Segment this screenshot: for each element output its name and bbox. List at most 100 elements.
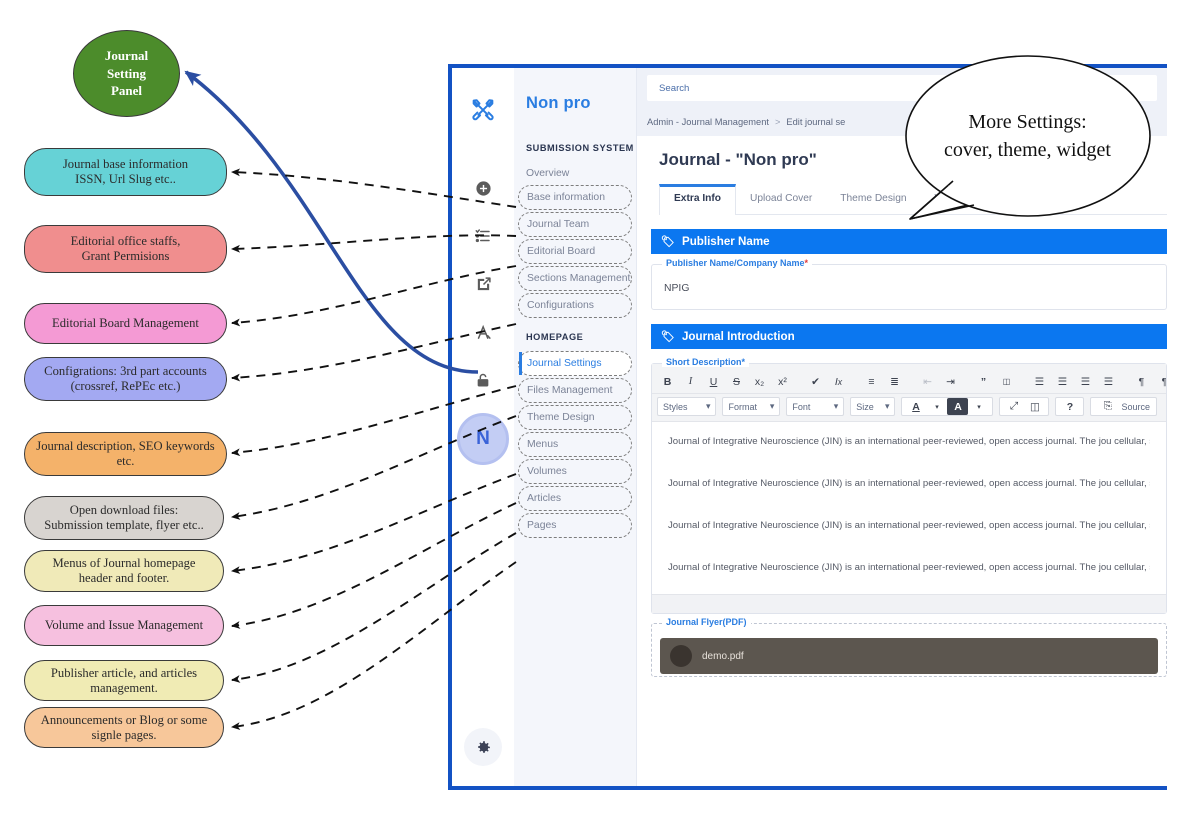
align-center-icon[interactable]: ☰	[1052, 373, 1073, 390]
connector-avatar-to-hub	[186, 72, 478, 372]
sidebar-item-configurations[interactable]: Configurations	[518, 293, 632, 318]
remove-format-icon[interactable]: Ix	[828, 373, 849, 390]
publisher-name-field[interactable]: Publisher Name/Company Name* NPIG	[651, 264, 1167, 310]
font-dropdown-label: Font	[792, 402, 810, 412]
styles-dropdown-label: Styles	[663, 402, 688, 412]
chevron-down-icon[interactable]: ▾	[926, 398, 947, 415]
callout-articles: Publisher article, and articles manageme…	[24, 660, 224, 701]
required-marker: *	[742, 357, 746, 367]
callout-label: Publisher article, and articles manageme…	[35, 666, 213, 696]
flyer-file-row[interactable]: demo.pdf	[660, 638, 1158, 674]
icon-rail: N	[452, 68, 514, 786]
help-group: ?	[1055, 397, 1084, 416]
text-direction-ltr-icon[interactable]: ¶	[1131, 373, 1152, 390]
editor-content-area[interactable]: Journal of Integrative Neuroscience (JIN…	[652, 422, 1166, 594]
superscript-button[interactable]: x²	[772, 373, 793, 390]
callout-label: Announcements or Blog or some signle pag…	[35, 713, 213, 743]
callout-configurations: Configrations: 3rd part accounts (crossr…	[24, 357, 227, 401]
format-dropdown-label: Format	[728, 402, 757, 412]
flyer-file-name: demo.pdf	[702, 651, 744, 662]
blockquote-icon[interactable]: ”	[973, 373, 994, 390]
user-avatar[interactable]: N	[457, 413, 509, 465]
tag-icon: 🏷	[661, 330, 675, 343]
sidebar-item-overview[interactable]: Overview	[514, 162, 636, 185]
source-button[interactable]: ⎘ Source	[1090, 397, 1157, 416]
tab-upload-cover[interactable]: Upload Cover	[736, 184, 826, 214]
side-nav: Non pro SUBMISSION SYSTEM Overview Base …	[514, 68, 637, 786]
sidebar-item-editorial-board[interactable]: Editorial Board	[518, 239, 632, 264]
copy-formatting-icon[interactable]: ✔	[805, 373, 826, 390]
sidebar-item-files-management[interactable]: Files Management	[518, 378, 632, 403]
section-header-journal-introduction: 🏷 Journal Introduction	[651, 324, 1167, 349]
plus-circle-icon[interactable]	[470, 175, 496, 201]
size-dropdown[interactable]: Size ▾	[850, 397, 895, 416]
lock-icon[interactable]	[470, 367, 496, 393]
create-div-icon[interactable]: ◫	[996, 373, 1017, 390]
editor-paragraph: Journal of Integrative Neuroscience (JIN…	[668, 518, 1150, 534]
hub-journal-setting-panel: Journal Setting Panel	[73, 30, 180, 117]
callout-label: Journal description, SEO keywords etc.	[35, 439, 216, 469]
align-left-icon[interactable]: ☰	[1029, 373, 1050, 390]
sidebar-item-pages[interactable]: Pages	[518, 513, 632, 538]
text-direction-rtl-icon[interactable]: ¶	[1154, 373, 1166, 390]
underline-button[interactable]: U	[703, 373, 724, 390]
publisher-name-value: NPIG	[664, 283, 689, 294]
source-label: Source	[1121, 402, 1150, 412]
tab-extra-info[interactable]: Extra Info	[659, 184, 736, 215]
sidebar-item-journal-settings[interactable]: Journal Settings	[518, 351, 632, 376]
text-color-icon[interactable]: A	[905, 398, 926, 415]
journal-flyer-field[interactable]: Journal Flyer(PDF) demo.pdf	[651, 623, 1167, 677]
gear-icon[interactable]	[464, 728, 502, 766]
background-color-icon[interactable]: A	[947, 398, 968, 415]
rich-text-editor[interactable]: Short Description* B I U S x₂ x² ✔ Ix ≡	[651, 363, 1167, 614]
app-logo-icon	[469, 96, 497, 129]
chevron-down-icon: ▾	[706, 401, 711, 412]
font-dropdown[interactable]: Font ▾	[786, 397, 844, 416]
breadcrumb-current: Edit journal se	[786, 117, 845, 127]
sidebar-item-sections-management[interactable]: Sections Management	[518, 266, 632, 291]
subscript-button[interactable]: x₂	[749, 373, 770, 390]
increase-indent-icon[interactable]: ⇥	[940, 373, 961, 390]
sidebar-item-menus[interactable]: Menus	[518, 432, 632, 457]
speech-balloon: More Settings: cover, theme, widget	[900, 54, 1155, 214]
font-a-icon[interactable]	[470, 319, 496, 345]
editor-toolbar-row-2: Styles ▾ Format ▾ Font ▾ Size	[652, 394, 1166, 422]
styles-dropdown[interactable]: Styles ▾	[657, 397, 716, 416]
strikethrough-button[interactable]: S	[726, 373, 747, 390]
callout-menus: Menus of Journal homepage header and foo…	[24, 550, 224, 592]
speech-balloon-shape	[900, 54, 1155, 264]
align-justify-icon[interactable]: ☰	[1098, 373, 1119, 390]
chevron-down-icon: ▾	[885, 401, 890, 412]
about-help-icon[interactable]: ?	[1059, 398, 1080, 415]
section-title: Journal Introduction	[682, 330, 795, 343]
callout-label: Editorial Board Management	[52, 316, 199, 331]
show-blocks-icon[interactable]: ◫	[1024, 398, 1045, 415]
italic-button[interactable]: I	[680, 373, 701, 390]
required-marker: *	[805, 258, 809, 268]
decrease-indent-icon[interactable]: ⇤	[917, 373, 938, 390]
align-right-icon[interactable]: ☰	[1075, 373, 1096, 390]
format-dropdown[interactable]: Format ▾	[722, 397, 780, 416]
callout-label: Editorial office staffs, Grant Permision…	[71, 234, 181, 264]
nav-group-title-submission: SUBMISSION SYSTEM	[514, 143, 636, 153]
sidebar-item-articles[interactable]: Articles	[518, 486, 632, 511]
sidebar-item-theme-design[interactable]: Theme Design	[518, 405, 632, 430]
sidebar-item-journal-team[interactable]: Journal Team	[518, 212, 632, 237]
chevron-down-icon: ▾	[770, 401, 775, 412]
bulleted-list-icon[interactable]: ≣	[884, 373, 905, 390]
task-list-icon[interactable]	[470, 223, 496, 249]
edit-square-icon[interactable]	[470, 271, 496, 297]
journal-flyer-label: Journal Flyer(PDF)	[662, 617, 751, 627]
callout-label: Open download files: Submission template…	[44, 503, 204, 533]
section-title: Publisher Name	[682, 235, 770, 248]
breadcrumb-root[interactable]: Admin - Journal Management	[647, 117, 769, 127]
callout-pages: Announcements or Blog or some signle pag…	[24, 707, 224, 748]
sidebar-item-volumes[interactable]: Volumes	[518, 459, 632, 484]
maximize-icon[interactable]: ⤢	[1003, 398, 1024, 415]
chevron-down-icon[interactable]: ▾	[968, 398, 989, 415]
short-description-label: Short Description*	[662, 357, 749, 367]
size-dropdown-label: Size	[856, 402, 874, 412]
numbered-list-icon[interactable]: ≡	[861, 373, 882, 390]
sidebar-item-base-information[interactable]: Base information	[518, 185, 632, 210]
bold-button[interactable]: B	[657, 373, 678, 390]
